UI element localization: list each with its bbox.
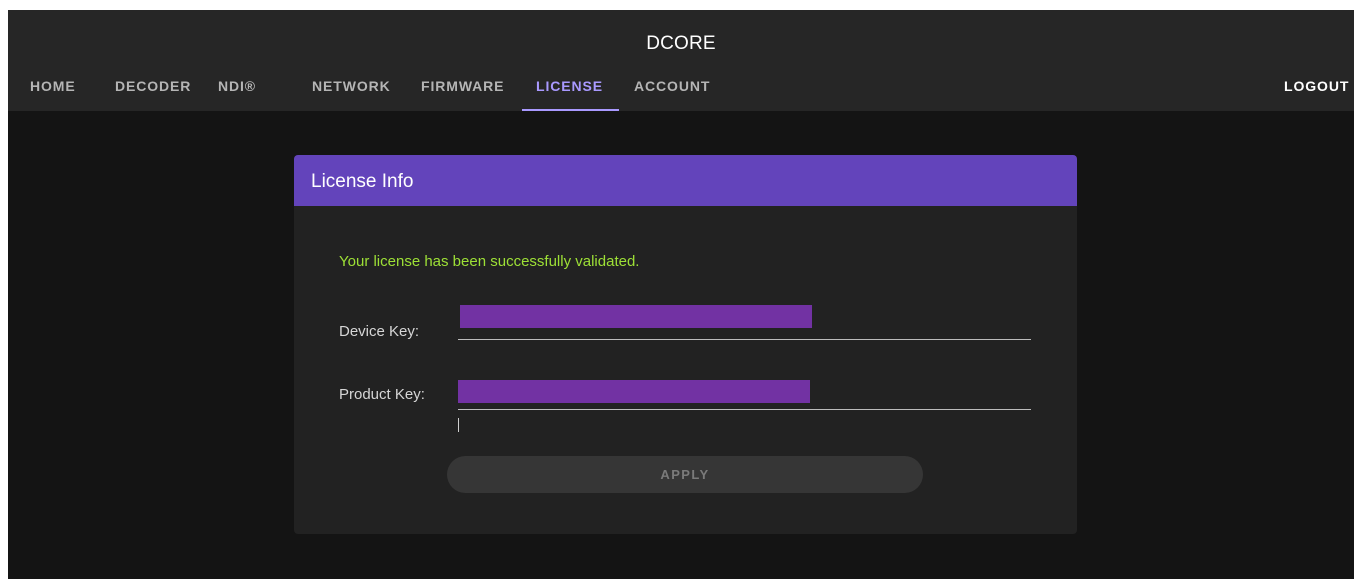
text-caret — [458, 418, 459, 432]
tab-home[interactable]: HOME — [30, 77, 76, 111]
tab-network[interactable]: NETWORK — [312, 77, 391, 111]
app-window: DCORE HOME DECODER NDI® NETWORK FIRMWARE… — [8, 10, 1354, 579]
tab-firmware[interactable]: FIRMWARE — [421, 77, 504, 111]
product-key-redaction — [458, 380, 810, 403]
device-key-field[interactable] — [458, 305, 1031, 340]
device-key-redaction — [460, 305, 812, 328]
license-info-card: License Info Your license has been succe… — [294, 155, 1077, 534]
tab-decoder[interactable]: DECODER — [115, 77, 191, 111]
tab-license[interactable]: LICENSE — [522, 77, 619, 111]
apply-button[interactable]: APPLY — [447, 456, 923, 493]
app-title: DCORE — [646, 33, 716, 54]
top-app-bar: DCORE HOME DECODER NDI® NETWORK FIRMWARE… — [8, 10, 1354, 111]
card-header: License Info — [294, 155, 1077, 206]
product-key-label: Product Key: — [339, 386, 425, 403]
logout-button[interactable]: LOGOUT — [1284, 77, 1349, 111]
tab-account[interactable]: ACCOUNT — [634, 77, 710, 111]
license-status-message: Your license has been successfully valid… — [339, 253, 640, 270]
card-title: License Info — [311, 171, 414, 192]
device-key-label: Device Key: — [339, 323, 420, 340]
product-key-field[interactable] — [458, 375, 1031, 410]
tab-ndi[interactable]: NDI® — [218, 77, 256, 111]
